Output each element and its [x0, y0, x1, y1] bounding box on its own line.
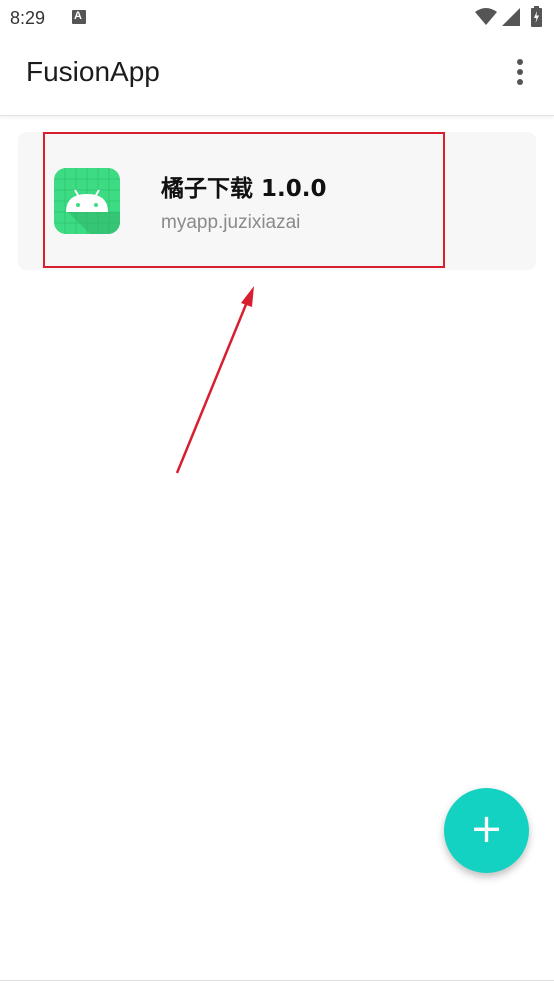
annotation-highlight-box — [43, 132, 445, 268]
add-project-button[interactable]: + — [444, 788, 529, 873]
bottom-edge — [0, 980, 554, 984]
wifi-icon — [475, 8, 497, 25]
battery-charging-icon — [531, 6, 542, 27]
app-bar: FusionApp — [0, 36, 554, 116]
more-vert-icon[interactable] — [506, 58, 534, 86]
add-icon: + — [469, 806, 504, 852]
status-time: 8:29 — [10, 8, 46, 28]
cell-signal-icon — [502, 8, 520, 26]
text-a-icon: A — [72, 10, 86, 24]
app-title: FusionApp — [26, 56, 160, 87]
status-bar: 8:29 A — [0, 0, 554, 36]
